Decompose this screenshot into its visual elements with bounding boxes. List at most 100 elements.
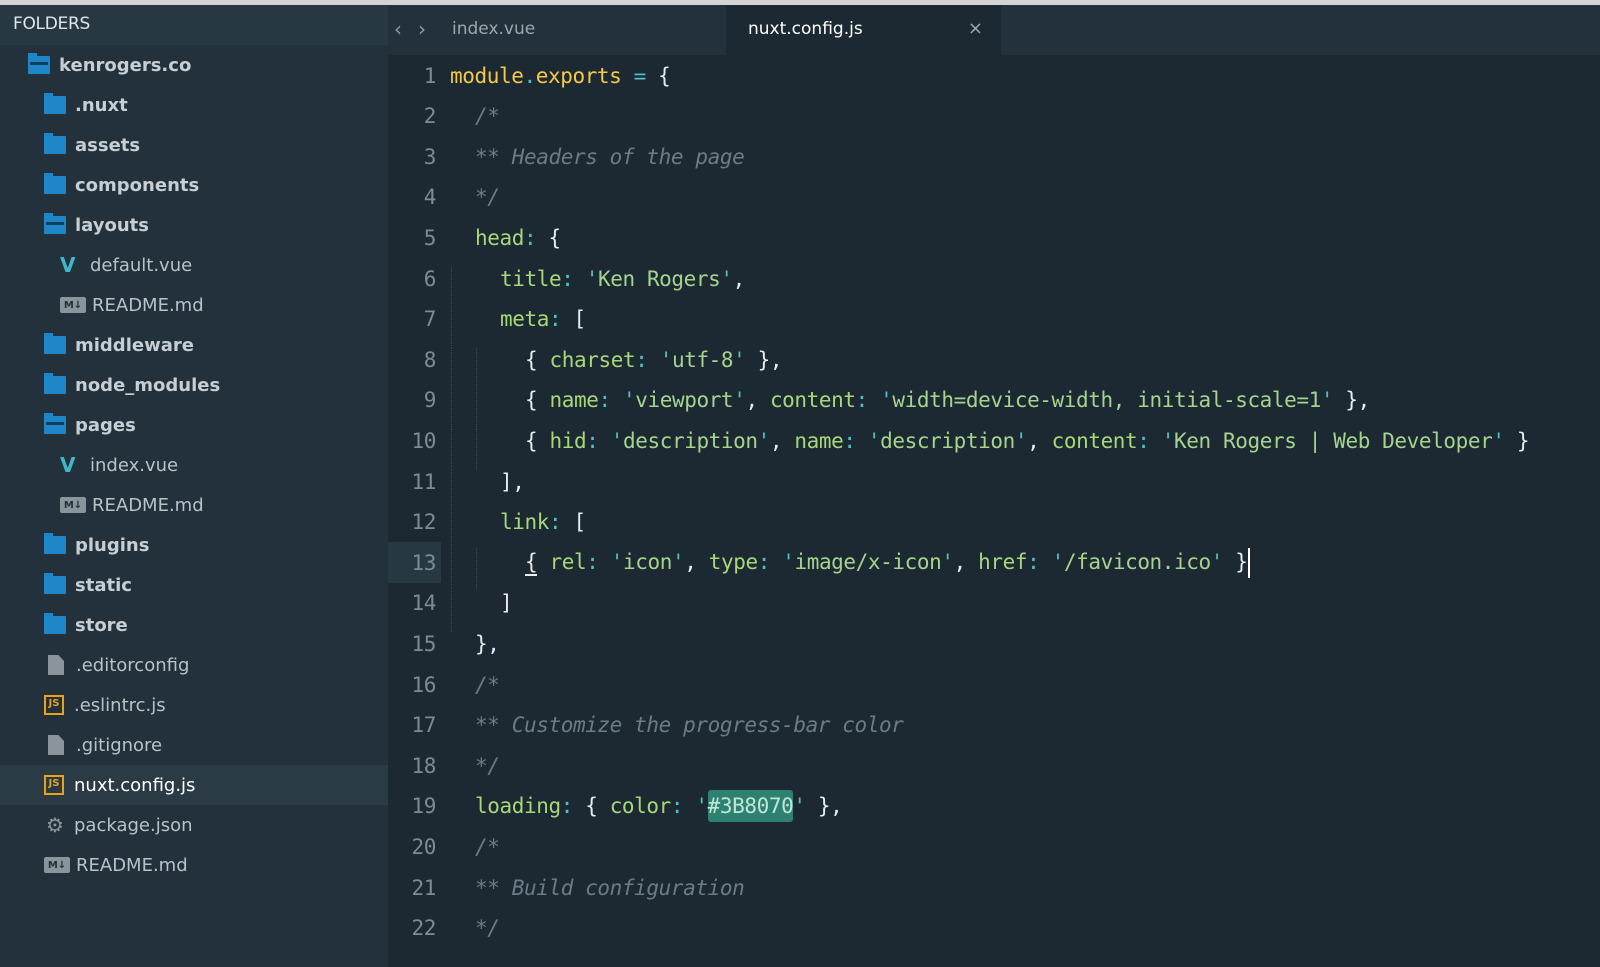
code-token: :	[635, 347, 648, 372]
tree-item-label: index.vue	[90, 454, 179, 476]
code-token: /favicon.ico	[1063, 549, 1211, 574]
code-token: /*	[475, 672, 500, 697]
line-code: ** Customize the progress-bar color	[450, 713, 904, 737]
line-number: 16	[411, 672, 437, 697]
tree-item[interactable]: M↓ README.md	[0, 485, 388, 525]
line-number: 9	[423, 388, 437, 413]
code-token: description	[880, 428, 1015, 453]
tree-item[interactable]: .gitignore	[0, 725, 388, 765]
code-token: ** Build configuration	[475, 875, 745, 900]
line-code: */	[450, 916, 500, 940]
code-token: image/x-icon	[794, 549, 942, 574]
line-number: 19	[411, 794, 437, 819]
code-token: '	[941, 549, 954, 574]
folder-open-icon	[44, 213, 66, 234]
code-token: },	[1333, 388, 1370, 413]
file-icon	[48, 735, 64, 755]
code-token: title	[500, 266, 562, 291]
tree-item[interactable]: node_modules	[0, 365, 388, 405]
code-token: :	[523, 225, 537, 250]
line-number: 2	[423, 104, 437, 129]
code-token: '	[757, 428, 771, 453]
folders-header: FOLDERS	[0, 5, 388, 45]
tree-item[interactable]: components	[0, 165, 388, 205]
tree-item[interactable]: .editorconfig	[0, 645, 388, 685]
code-token: :	[855, 388, 869, 413]
code-token: {	[525, 549, 538, 576]
line-number: 13	[411, 550, 437, 575]
close-icon[interactable]: ×	[968, 18, 983, 39]
line-number: 21	[411, 875, 437, 900]
tree-item[interactable]: middleware	[0, 325, 388, 365]
code-line: 7 meta: [	[388, 299, 586, 349]
code-token: ,	[684, 549, 709, 574]
code-token: '	[1014, 428, 1028, 453]
code-token: },	[475, 631, 500, 656]
tree-item[interactable]: JS nuxt.config.js	[0, 765, 388, 805]
tree-item[interactable]: assets	[0, 125, 388, 165]
tab-bar: ‹ › index.vue nuxt.config.js ×	[388, 5, 1600, 55]
code-line: 9 { name: 'viewport', content: 'width=dev…	[388, 380, 1370, 430]
line-code: meta: [	[450, 307, 586, 349]
tree-item[interactable]: M↓ README.md	[0, 285, 388, 325]
code-token: {	[536, 225, 561, 250]
code-token: type	[708, 549, 758, 574]
tree-item[interactable]: .nuxt	[0, 85, 388, 125]
tree-item[interactable]: ⚙ package.json	[0, 805, 388, 845]
tree-item[interactable]: layouts	[0, 205, 388, 245]
tree-item[interactable]: Vdefault.vue	[0, 245, 388, 285]
tab-index-vue[interactable]: index.vue	[438, 5, 713, 55]
tree-item[interactable]: pages	[0, 405, 388, 445]
code-token: content	[1051, 428, 1138, 453]
code-token: */	[475, 753, 500, 778]
tree-item[interactable]: plugins	[0, 525, 388, 565]
code-token: :	[561, 266, 574, 291]
tree-item-label: kenrogers.co	[59, 54, 192, 76]
code-token: =	[633, 63, 647, 88]
code-token: '	[867, 428, 881, 453]
code-token: ,	[769, 428, 795, 453]
folder-icon	[44, 333, 66, 354]
line-code: ]	[450, 591, 513, 633]
code-line: 20 /*	[388, 826, 500, 867]
tab-nuxt-config-js[interactable]: nuxt.config.js ×	[726, 5, 1001, 55]
tree-item[interactable]: static	[0, 565, 388, 605]
code-line: 15},	[388, 623, 500, 664]
code-token: '	[720, 266, 733, 291]
tree-item[interactable]: M↓ README.md	[0, 845, 388, 885]
line-code: loading: { color: '#3B8070' },	[450, 790, 843, 823]
code-token: },	[805, 794, 843, 819]
code-token: loading	[475, 794, 561, 819]
code-token: '	[1210, 549, 1224, 574]
code-line: 17 ** Customize the progress-bar color	[388, 705, 904, 746]
code-token: '	[695, 794, 708, 819]
tree-item-label: pages	[75, 414, 136, 436]
tree-item[interactable]: store	[0, 605, 388, 645]
tree-item-label: README.md	[92, 294, 204, 316]
code-line: 10{ hid: 'description', name: 'descripti…	[388, 420, 1530, 470]
line-code: { name: 'viewport', content: 'width=devi…	[450, 388, 1370, 430]
line-number: 5	[423, 225, 437, 250]
forward-arrow-icon[interactable]: ›	[418, 19, 426, 39]
code-editor[interactable]: 1 module.exports = {2/* 3 ** Headers of the…	[388, 55, 1600, 967]
tree-item[interactable]: JS .eslintrc.js	[0, 685, 388, 725]
code-token: }	[1223, 549, 1248, 574]
code-token: ,	[953, 549, 979, 574]
line-code: /*	[450, 835, 500, 859]
tree-item-label: middleware	[75, 334, 194, 356]
tree-item-label: nuxt.config.js	[74, 774, 196, 796]
code-line: 11],	[388, 461, 525, 511]
code-token: color	[609, 794, 672, 819]
back-arrow-icon[interactable]: ‹	[394, 19, 402, 39]
gear-icon: ⚙	[46, 813, 64, 837]
line-code: ** Build configuration	[450, 875, 745, 900]
tree-item[interactable]: Vindex.vue	[0, 445, 388, 485]
text-cursor	[1247, 547, 1250, 578]
code-token: icon	[622, 549, 672, 574]
tree-item[interactable]: kenrogers.co	[0, 45, 388, 85]
code-token: '	[733, 347, 746, 372]
code-token: utf-8	[671, 347, 734, 372]
